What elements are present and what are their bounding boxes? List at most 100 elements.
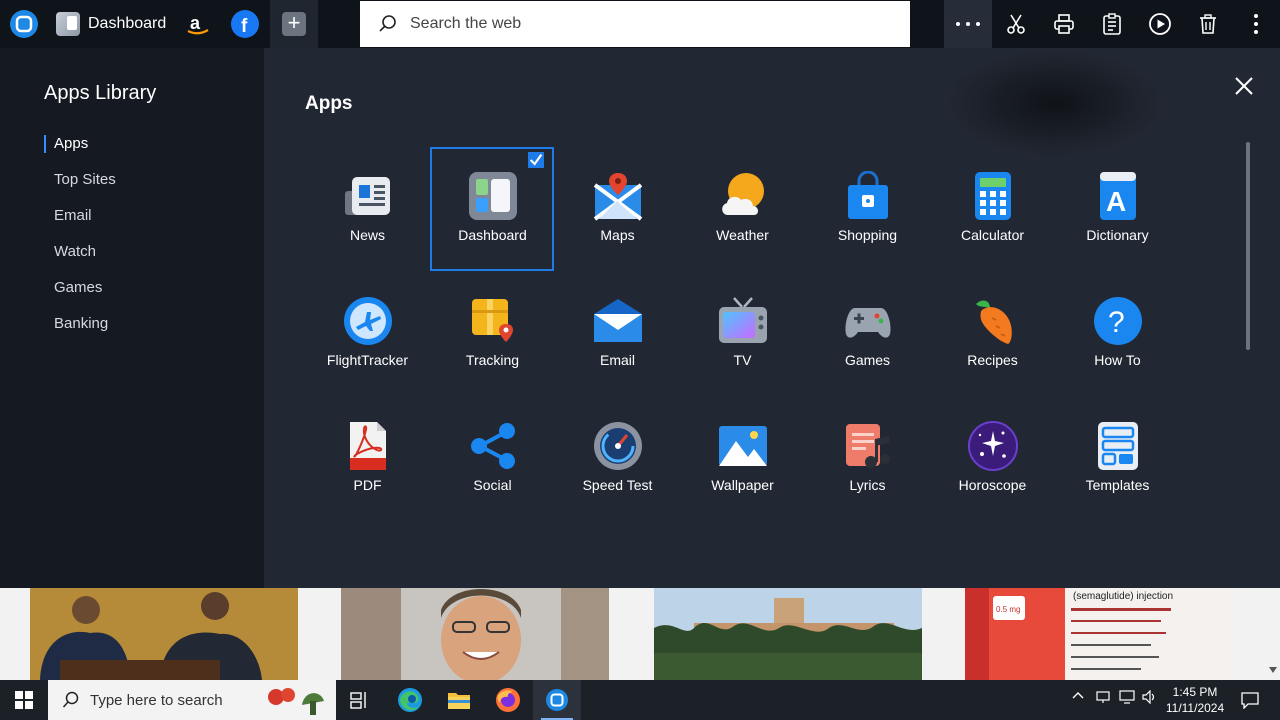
horoscope-icon: [967, 421, 1018, 471]
start-button[interactable]: [0, 680, 48, 720]
app-label: Recipes: [967, 352, 1018, 368]
tray-chevron-icon[interactable]: [1072, 690, 1084, 705]
app-tile-shopping[interactable]: Shopping: [805, 147, 930, 272]
notifications-button[interactable]: [1226, 680, 1274, 720]
volume-icon[interactable]: [1142, 689, 1158, 707]
sidebar-item-games[interactable]: Games: [44, 276, 244, 300]
add-tab-button[interactable]: +: [270, 0, 318, 48]
app-label: Templates: [1085, 477, 1150, 493]
delete-button[interactable]: [1184, 0, 1232, 48]
app-tile-speed-test[interactable]: Speed Test: [555, 397, 680, 522]
more-button[interactable]: [944, 0, 992, 48]
app-tile-lyrics[interactable]: Lyrics: [805, 397, 930, 522]
sidebar-title: Apps Library: [44, 82, 157, 104]
svg-text:0.5 mg: 0.5 mg: [996, 605, 1020, 614]
task-view-button[interactable]: [336, 680, 384, 720]
app-tile-recipes[interactable]: Recipes: [930, 272, 1055, 397]
app-tile-maps[interactable]: Maps: [555, 147, 680, 272]
print-button[interactable]: [1040, 0, 1088, 48]
task-view-icon: [350, 692, 366, 709]
dashboard-tab[interactable]: Dashboard: [50, 0, 172, 48]
app-tile-flighttracker[interactable]: FlightTracker: [305, 272, 430, 397]
app-logo-icon: [546, 689, 568, 711]
play-icon: [1149, 13, 1171, 35]
firefox-button[interactable]: [484, 680, 532, 720]
app-tile-pdf[interactable]: PDF: [305, 397, 430, 522]
apps-scrollbar[interactable]: [1246, 142, 1250, 350]
clock-time: 1:45 PM: [1172, 685, 1218, 699]
app-tile-templates[interactable]: Templates: [1055, 397, 1180, 522]
apps-panel: Apps News Dashboard Maps Weather Shoppin…: [264, 48, 1280, 588]
dashboard-icon: [468, 172, 517, 220]
page-scrollbar[interactable]: [1266, 588, 1280, 680]
app-tile-dashboard[interactable]: Dashboard: [430, 147, 555, 272]
windows-logo-icon: [15, 691, 33, 709]
close-icon[interactable]: [1230, 72, 1258, 100]
app-label: Lyrics: [849, 477, 886, 493]
app-tile-wallpaper[interactable]: Wallpaper: [680, 397, 805, 522]
display-icon[interactable]: [1119, 690, 1135, 707]
search-bar[interactable]: [360, 1, 910, 47]
amazon-icon[interactable]: a: [184, 10, 212, 38]
search-icon: [379, 15, 396, 32]
news-feed-strip: 0.5 mg (semaglutide) injection: [0, 588, 1280, 680]
file-explorer-button[interactable]: [435, 680, 483, 720]
app-label: Games: [844, 352, 891, 368]
system-clock[interactable]: 1:45 PM 11/11/2024: [1160, 684, 1230, 716]
app-label: Speed Test: [582, 477, 653, 493]
app-tile-social[interactable]: Social: [430, 397, 555, 522]
news-card-image[interactable]: 0.5 mg (semaglutide) injection: [965, 588, 1233, 680]
news-card-image[interactable]: [341, 588, 609, 680]
folder-icon: [448, 693, 470, 709]
play-button[interactable]: [1136, 0, 1184, 48]
app-tile-horoscope[interactable]: Horoscope: [930, 397, 1055, 522]
tools-group: [944, 0, 1280, 48]
notification-icon: [1241, 692, 1259, 709]
taskbar-search[interactable]: Type here to search: [48, 680, 336, 720]
vertical-ellipsis-icon: [1254, 14, 1258, 34]
app-tile-tracking[interactable]: Tracking: [430, 272, 555, 397]
network-icon[interactable]: [1096, 690, 1110, 707]
snip-button[interactable]: [992, 0, 1040, 48]
app-tile-news[interactable]: News: [305, 147, 430, 272]
app-label: TV: [733, 352, 752, 368]
app-label: Tracking: [465, 352, 520, 368]
news-card-image[interactable]: [654, 588, 922, 680]
app-taskbar-button[interactable]: [533, 680, 581, 720]
app-tile-weather[interactable]: Weather: [680, 147, 805, 272]
app-label: Shopping: [837, 227, 898, 243]
svg-text:a: a: [190, 13, 201, 33]
sidebar-item-apps[interactable]: Apps: [44, 132, 244, 156]
news-icon: [344, 177, 390, 215]
sidebar-item-watch[interactable]: Watch: [44, 240, 244, 264]
app-tile-how-to[interactable]: ? How To: [1055, 272, 1180, 397]
app-label: Calculator: [960, 227, 1025, 243]
app-tile-tv[interactable]: TV: [680, 272, 805, 397]
sidebar-item-banking[interactable]: Banking: [44, 312, 244, 336]
app-logo-icon[interactable]: [10, 10, 38, 38]
app-tile-games[interactable]: Games: [805, 272, 930, 397]
sidebar-item-top-sites[interactable]: Top Sites: [44, 168, 244, 192]
news-card-image[interactable]: [30, 588, 298, 680]
tracking-icon: [471, 299, 513, 342]
how-to-icon: ?: [1093, 297, 1142, 345]
pdf-icon: [349, 422, 386, 470]
notes-button[interactable]: [1088, 0, 1136, 48]
shopping-icon: [847, 171, 888, 219]
search-highlight-icon: [268, 688, 324, 715]
sidebar-item-email[interactable]: Email: [44, 204, 244, 228]
apps-heading: Apps: [305, 93, 353, 114]
edge-taskbar-button[interactable]: [386, 680, 434, 720]
lyrics-icon: [845, 424, 890, 468]
facebook-icon[interactable]: f: [231, 10, 259, 38]
scissors-icon: [1007, 14, 1025, 34]
games-icon: [844, 308, 891, 338]
app-tile-email[interactable]: Email: [555, 272, 680, 397]
clock-date: 11/11/2024: [1165, 701, 1225, 715]
apps-library-sidebar: Apps Library Apps Top Sites Email Watch …: [0, 48, 264, 588]
menu-button[interactable]: [1232, 0, 1280, 48]
app-tile-calculator[interactable]: Calculator: [930, 147, 1055, 272]
search-input[interactable]: [410, 15, 870, 33]
calculator-icon: [974, 172, 1011, 220]
app-tile-dictionary[interactable]: A Dictionary: [1055, 147, 1180, 272]
